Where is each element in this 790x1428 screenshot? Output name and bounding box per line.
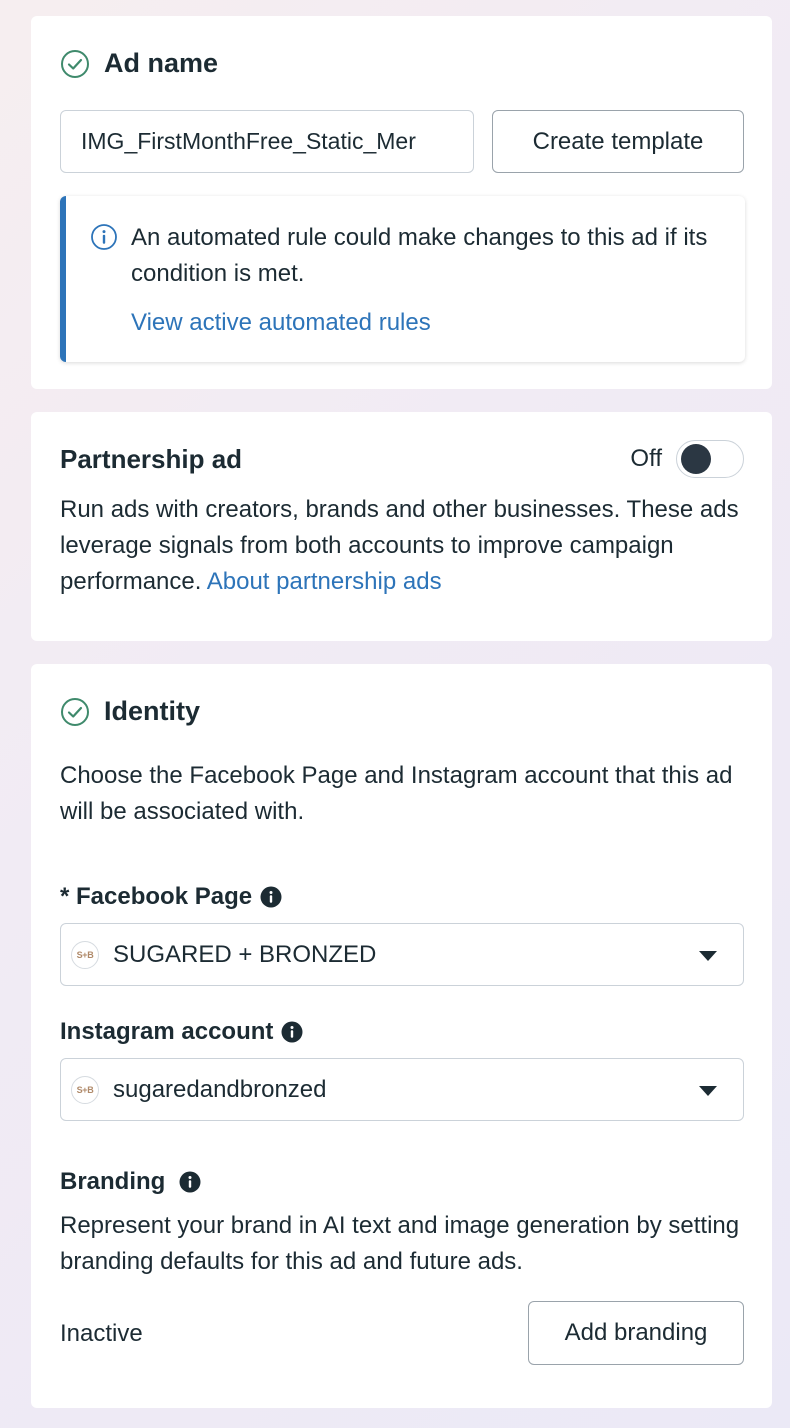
toggle-state-label: Off <box>630 445 662 472</box>
instagram-account-label: Instagram account <box>60 1018 303 1046</box>
view-automated-rules-link[interactable]: View active automated rules <box>131 305 431 341</box>
info-icon[interactable] <box>281 1021 303 1043</box>
automated-rule-notice: An automated rule could make changes to … <box>60 196 745 362</box>
dropdown-caret-icon <box>699 1086 717 1096</box>
notice-message: An automated rule could make changes to … <box>131 224 708 287</box>
info-icon[interactable] <box>260 886 282 908</box>
ad-name-card: Ad name IMG_FirstMonthFree_Static_Mer Cr… <box>31 16 772 389</box>
partnership-ad-card: Partnership ad Off Run ads with creators… <box>31 412 772 641</box>
page-avatar: S+B <box>71 940 99 969</box>
partnership-ad-title: Partnership ad <box>60 444 243 474</box>
ad-name-title: Ad name <box>104 48 219 78</box>
ad-name-input-value: IMG_FirstMonthFree_Static_Mer <box>81 128 416 154</box>
facebook-page-label: * Facebook Page <box>60 883 282 911</box>
partnership-description: Run ads with creators, brands and other … <box>60 492 760 600</box>
info-outline-icon <box>91 224 117 250</box>
add-branding-button[interactable]: Add branding <box>528 1301 744 1365</box>
facebook-page-label-text: * Facebook Page <box>60 883 253 910</box>
branding-description: Represent your brand in AI text and imag… <box>60 1212 740 1275</box>
check-circle-icon <box>61 697 89 726</box>
instagram-account-label-text: Instagram account <box>60 1018 274 1045</box>
partnership-toggle-group: Off <box>630 440 744 478</box>
instagram-account-value: sugaredandbronzed <box>113 1075 327 1103</box>
identity-header: Identity <box>60 696 200 727</box>
branding-label-text: Branding <box>60 1168 166 1195</box>
identity-title: Identity <box>104 696 201 726</box>
branding-status: Inactive <box>60 1320 143 1347</box>
create-template-button[interactable]: Create template <box>492 110 744 173</box>
partnership-ad-toggle[interactable] <box>676 440 744 478</box>
ad-name-input[interactable]: IMG_FirstMonthFree_Static_Mer <box>60 110 474 173</box>
facebook-page-value: SUGARED + BRONZED <box>113 940 377 968</box>
dropdown-caret-icon <box>699 951 717 961</box>
branding-label: Branding <box>60 1168 201 1196</box>
facebook-page-select[interactable]: S+B SUGARED + BRONZED <box>60 923 744 986</box>
instagram-avatar: S+B <box>71 1075 99 1104</box>
toggle-knob <box>681 444 711 474</box>
about-partnership-ads-link[interactable]: About partnership ads <box>207 568 442 595</box>
info-icon[interactable] <box>179 1171 201 1193</box>
check-circle-icon <box>61 49 89 78</box>
identity-description: Choose the Facebook Page and Instagram a… <box>60 762 733 825</box>
identity-card: Identity Choose the Facebook Page and In… <box>31 664 772 1408</box>
ad-name-header: Ad name <box>60 48 218 79</box>
instagram-account-select[interactable]: S+B sugaredandbronzed <box>60 1058 744 1121</box>
